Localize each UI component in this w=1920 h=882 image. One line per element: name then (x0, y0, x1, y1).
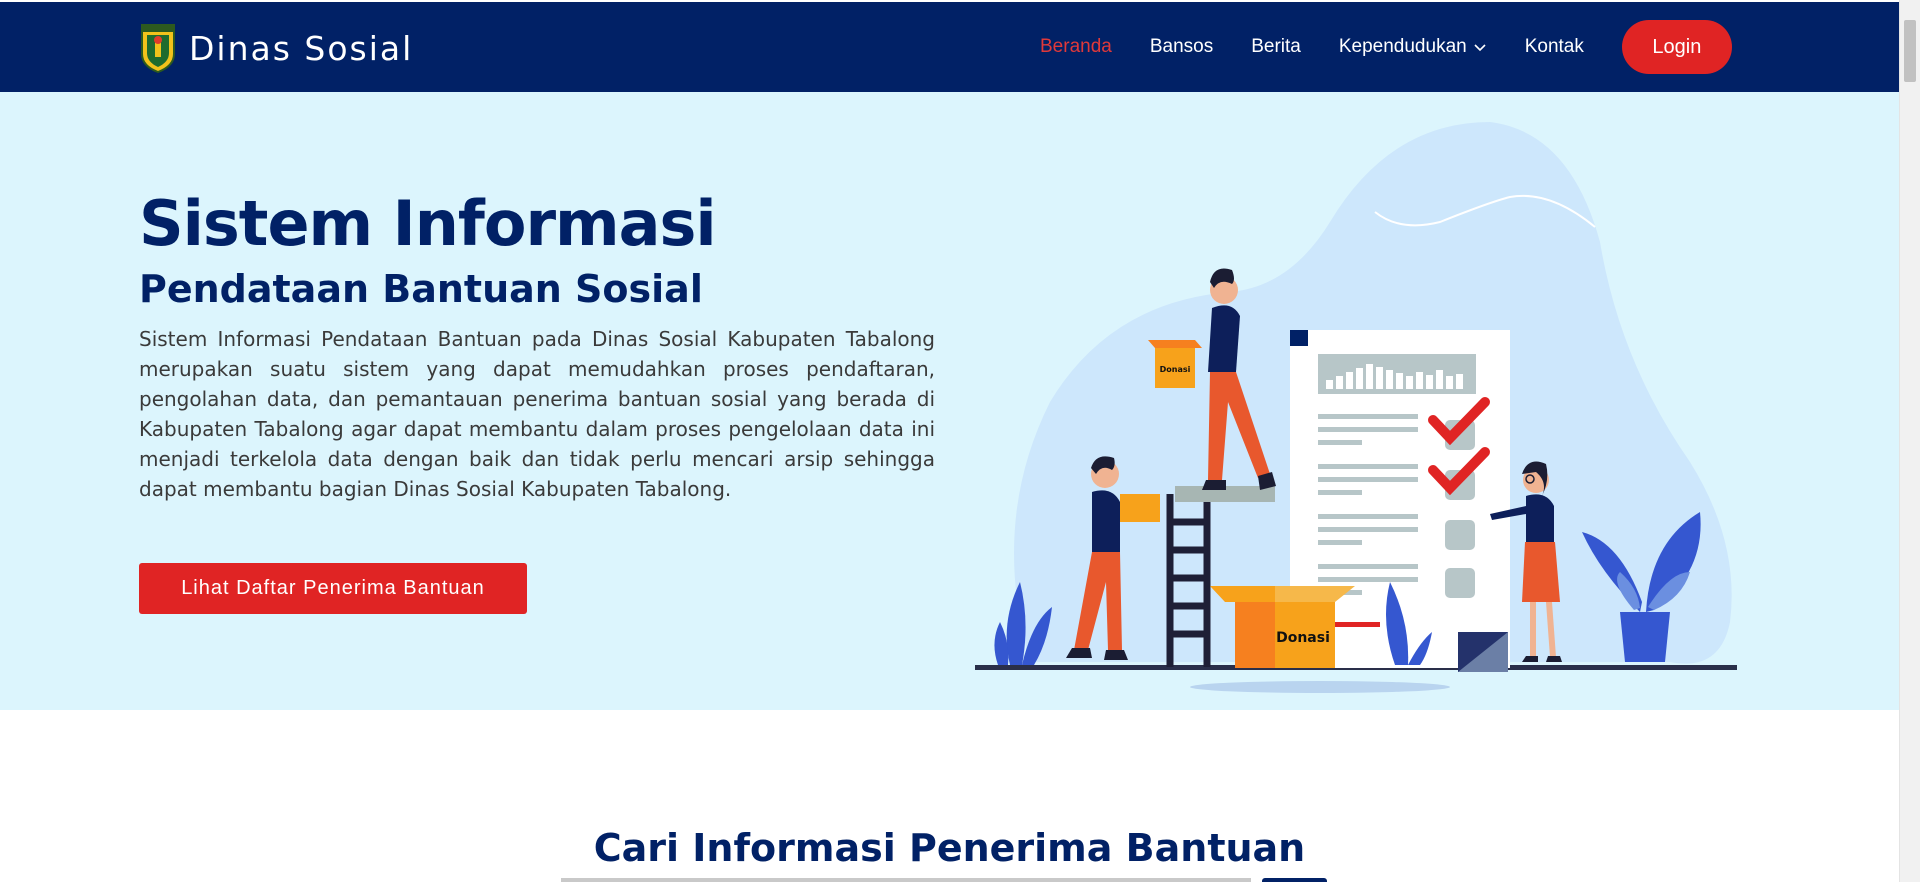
chevron-down-icon (1474, 44, 1486, 52)
donation-box-held (1120, 494, 1160, 522)
nav-berita-label: Berita (1251, 36, 1301, 57)
donation-box-small-lid (1148, 340, 1202, 348)
nav-berita[interactable]: Berita (1251, 36, 1301, 58)
scrollbar-thumb[interactable] (1904, 20, 1916, 82)
nav-beranda-label: Beranda (1040, 36, 1112, 57)
search-section-title: Cari Informasi Penerima Bantuan (593, 826, 1306, 870)
vertical-scrollbar[interactable] (1899, 0, 1920, 882)
login-button[interactable]: Login (1621, 20, 1732, 74)
nav-kontak-label: Kontak (1524, 36, 1584, 57)
hero-section: Sistem Informasi Pendataan Bantuan Sosia… (0, 92, 1899, 710)
hero-subtitle: Pendataan Bantuan Sosial (139, 267, 703, 311)
nav-bansos-label: Bansos (1149, 36, 1214, 57)
hero-title: Sistem Informasi (139, 187, 717, 260)
donation-box-large-side (1235, 602, 1275, 668)
tabalong-crest-icon (141, 24, 175, 74)
box-stripe (1335, 622, 1380, 627)
brand[interactable]: Dinas Sosial (139, 22, 413, 74)
brand-name: Dinas Sosial (189, 28, 414, 68)
nav-bansos[interactable]: Bansos (1150, 36, 1213, 58)
donation-box-label: Donasi (1276, 630, 1330, 646)
top-navbar: Dinas Sosial Beranda Bansos Berita Kepen… (0, 2, 1899, 92)
nav-kontak[interactable]: Kontak (1525, 36, 1584, 58)
page: Dinas Sosial Beranda Bansos Berita Kepen… (0, 0, 1899, 882)
nav-kependudukan[interactable]: Kependudukan (1339, 36, 1487, 58)
document-corner (1290, 330, 1308, 346)
hero-illustration: Donasi Donasi (975, 122, 1737, 693)
view-recipients-button[interactable]: Lihat Daftar Penerima Bantuan (139, 563, 527, 614)
nav-kependudukan-label: Kependudukan (1338, 36, 1467, 57)
main-nav: Beranda Bansos Berita Kependudukan Konta… (1040, 2, 1732, 92)
hero-description: Sistem Informasi Pendataan Bantuan pada … (139, 327, 935, 501)
search-input[interactable] (561, 878, 1251, 882)
nav-beranda[interactable]: Beranda (1040, 36, 1112, 58)
donation-box-small-label: Donasi (1160, 365, 1191, 374)
ground-shadow (1190, 681, 1450, 693)
search-button[interactable] (1262, 878, 1327, 882)
